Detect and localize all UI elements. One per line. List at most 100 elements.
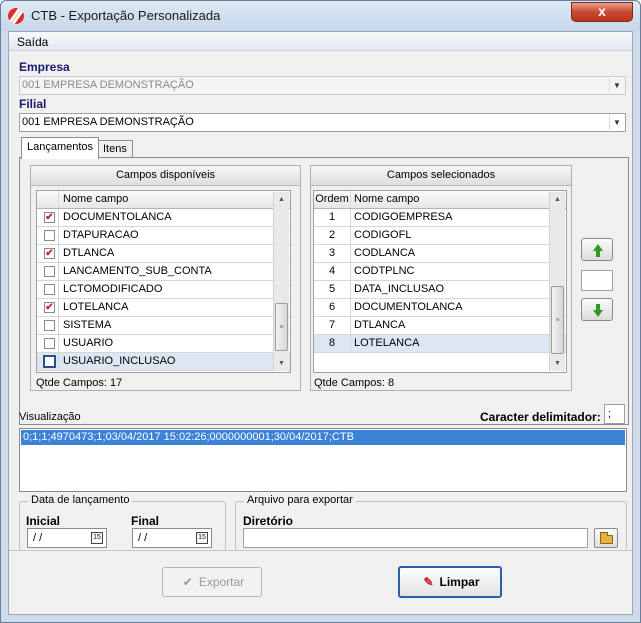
list-item[interactable]: ✔ DOCUMENTOLANCA [37, 209, 290, 227]
scroll-thumb[interactable]: ≡ [551, 286, 564, 354]
selected-fields-grid[interactable]: Ordem Nome campo 1 CODIGOEMPRESA 2 CODIGOFL… [313, 190, 567, 373]
empresa-select[interactable]: 001 EMPRESA DEMONSTRAÇÃO ▼ [19, 76, 626, 95]
list-item[interactable]: DTAPURACAO [37, 227, 290, 245]
title-bar[interactable]: CTB - Exportação Personalizada x [1, 1, 640, 31]
field-checkbox[interactable]: ✔ [44, 302, 55, 313]
move-up-button[interactable] [581, 238, 613, 261]
field-name: LOTELANCA [63, 301, 129, 313]
list-item[interactable]: 1 CODIGOEMPRESA [314, 209, 566, 227]
field-order: 3 [314, 245, 351, 262]
column-header-ordem[interactable]: Ordem [314, 191, 351, 208]
selected-scrollbar[interactable]: ▲ ≡ ▼ [549, 192, 565, 371]
list-item[interactable]: USUARIO_INCLUSAO [37, 353, 290, 371]
scroll-down-icon[interactable]: ▼ [550, 356, 565, 371]
field-name: DTLANCA [63, 247, 115, 259]
preview-box[interactable]: 0;1;1;4970473;1;03/04/2017 15:02:26;0000… [19, 428, 627, 492]
list-item[interactable]: LCTOMODIFICADO [37, 281, 290, 299]
list-item[interactable]: 6 DOCUMENTOLANCA [314, 299, 566, 317]
selected-count: Qtde Campos: 8 [314, 377, 395, 389]
field-order: 5 [314, 281, 351, 298]
date-group-legend: Data de lançamento [28, 494, 133, 506]
export-button-label: Exportar [198, 575, 245, 589]
inicial-date-input[interactable]: / / 15 [27, 528, 107, 548]
field-checkbox[interactable] [43, 355, 56, 368]
list-item[interactable]: 2 CODIGOFL [314, 227, 566, 245]
list-item[interactable]: USUARIO [37, 335, 290, 353]
list-item[interactable]: ✔ LOTELANCA [37, 299, 290, 317]
arrow-down-icon [593, 310, 603, 317]
check-column-header [37, 191, 59, 208]
close-button[interactable]: x [571, 2, 633, 22]
filial-value: 001 EMPRESA DEMONSTRAÇÃO [22, 116, 194, 128]
arrow-up-icon [593, 244, 603, 251]
field-checkbox[interactable] [44, 284, 55, 295]
scroll-down-icon[interactable]: ▼ [274, 356, 289, 371]
delimiter-input[interactable]: ; [604, 404, 625, 424]
order-input[interactable] [581, 270, 613, 291]
calendar-icon[interactable]: 15 [91, 532, 103, 544]
diretorio-input[interactable] [243, 528, 588, 548]
field-checkbox[interactable] [44, 230, 55, 241]
scroll-thumb[interactable]: ≡ [275, 303, 288, 351]
field-checkbox[interactable] [44, 266, 55, 277]
selected-fields-title: Campos selecionados [311, 166, 571, 186]
main-window: CTB - Exportação Personalizada x Saída E… [0, 0, 641, 623]
tab-lancamentos[interactable]: Lançamentos [21, 137, 100, 159]
checkmark-icon: ✔ [182, 575, 193, 589]
field-checkbox[interactable]: ✔ [44, 212, 55, 223]
available-scrollbar[interactable]: ▲ ≡ ▼ [273, 192, 289, 371]
field-checkbox[interactable] [44, 320, 55, 331]
preview-line[interactable]: 0;1;1;4970473;1;03/04/2017 15:02:26;0000… [21, 430, 625, 445]
tab-itens[interactable]: Itens [97, 140, 133, 158]
field-name: DOCUMENTOLANCA [63, 211, 172, 223]
export-button[interactable]: ✔ Exportar [162, 567, 262, 597]
scroll-up-icon[interactable]: ▲ [274, 192, 289, 207]
move-down-button[interactable] [581, 298, 613, 321]
menu-item-saida[interactable]: Saída [17, 35, 48, 49]
window-title: CTB - Exportação Personalizada [31, 8, 221, 23]
clear-button-label: Limpar [439, 575, 480, 589]
field-checkbox[interactable]: ✔ [44, 248, 55, 259]
field-order: 2 [314, 227, 351, 244]
browse-folder-button[interactable] [594, 528, 618, 548]
field-name: CODIGOFL [354, 229, 412, 241]
export-group-legend: Arquivo para exportar [244, 494, 356, 506]
available-fields-group: Campos disponíveis Nome campo ✔ DOCUMENTO… [30, 165, 301, 391]
field-name: LCTOMODIFICADO [63, 283, 163, 295]
field-name: DTLANCA [354, 319, 406, 331]
scroll-up-icon[interactable]: ▲ [550, 192, 565, 207]
column-header-nome-campo[interactable]: Nome campo [354, 191, 419, 208]
field-name: CODLANCA [354, 247, 416, 259]
client-area: Saída Empresa 001 EMPRESA DEMONSTRAÇÃO ▼… [8, 31, 633, 615]
empresa-label: Empresa [19, 60, 70, 74]
grid-header: Ordem Nome campo [314, 191, 566, 209]
list-item[interactable]: 5 DATA_INCLUSAO [314, 281, 566, 299]
tab-panel-lancamentos: Campos disponíveis Nome campo ✔ DOCUMENTO… [19, 157, 629, 425]
list-item[interactable]: LANCAMENTO_SUB_CONTA [37, 263, 290, 281]
chevron-down-icon: ▼ [609, 78, 624, 93]
delimiter-label: Caracter delimitador: [480, 410, 601, 424]
field-name: DTAPURACAO [63, 229, 139, 241]
menu-bar: Saída [9, 32, 632, 51]
field-order: 1 [314, 209, 351, 226]
list-item[interactable]: SISTEMA [37, 317, 290, 335]
final-date-input[interactable]: / / 15 [132, 528, 212, 548]
filial-select[interactable]: 001 EMPRESA DEMONSTRAÇÃO ▼ [19, 113, 626, 132]
empresa-value: 001 EMPRESA DEMONSTRAÇÃO [22, 79, 194, 91]
field-name: USUARIO_INCLUSAO [63, 355, 176, 367]
date-group: Data de lançamento Inicial Final / / 15 … [19, 494, 226, 551]
button-bar: ✔ Exportar ✎ Limpar [9, 550, 632, 614]
calendar-icon[interactable]: 15 [196, 532, 208, 544]
available-fields-grid[interactable]: Nome campo ✔ DOCUMENTOLANCA DTAPURACAO ✔ DTL… [36, 190, 291, 373]
diretorio-label: Diretório [243, 514, 294, 528]
clear-button[interactable]: ✎ Limpar [398, 566, 502, 598]
list-item[interactable]: 4 CODTPLNC [314, 263, 566, 281]
final-date-value: / / [138, 532, 148, 544]
field-checkbox[interactable] [44, 338, 55, 349]
field-name: CODIGOEMPRESA [354, 211, 453, 223]
list-item[interactable]: 7 DTLANCA [314, 317, 566, 335]
list-item[interactable]: ✔ DTLANCA [37, 245, 290, 263]
column-header-nome-campo[interactable]: Nome campo [63, 191, 128, 208]
list-item[interactable]: 3 CODLANCA [314, 245, 566, 263]
list-item[interactable]: 8 LOTELANCA [314, 335, 566, 353]
